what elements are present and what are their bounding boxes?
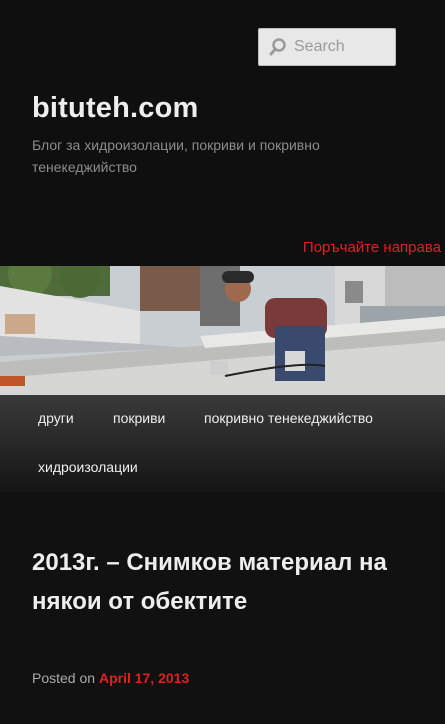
post-title[interactable]: 2013г. – Снимков материал на някои от об… — [32, 543, 412, 621]
nav-item-drugi[interactable]: други — [38, 410, 74, 426]
post-meta: Posted on April 17, 2013 — [32, 670, 189, 686]
order-link[interactable]: Поръчайте направа — [303, 239, 441, 256]
site-description: Блог за хидроизолации, покриви и покривн… — [32, 137, 320, 175]
posted-on-label: Posted on — [32, 670, 96, 686]
nav-item-pokrivi[interactable]: покриви — [113, 410, 165, 426]
header-banner-image — [0, 266, 445, 395]
search-input[interactable] — [294, 38, 392, 56]
site-header: bituteh.com Блог за хидроизолации, покри… — [0, 0, 445, 266]
search-box[interactable] — [258, 28, 396, 66]
site-title[interactable]: bituteh.com — [32, 92, 199, 125]
main-navigation: други покриви покривно тенекеджийство хи… — [0, 395, 445, 492]
post-date-link[interactable]: April 17, 2013 — [99, 670, 189, 686]
nav-item-hidroizolatsii[interactable]: хидроизолации — [38, 459, 138, 475]
search-icon[interactable] — [265, 34, 291, 60]
nav-item-pokrivno-tenekedzhiystvo[interactable]: покривно тенекеджийство — [204, 410, 373, 426]
